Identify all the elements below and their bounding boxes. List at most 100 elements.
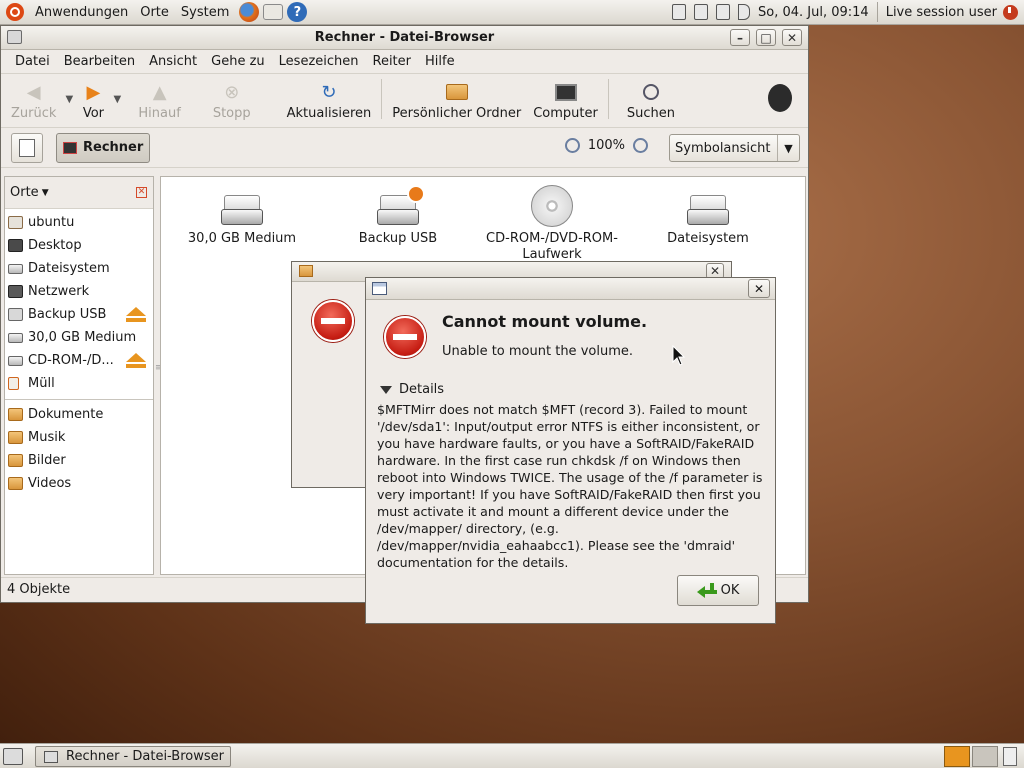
close-button[interactable]: ✕ [782, 29, 802, 46]
error-icon [384, 316, 426, 358]
zoom-level: 100% [587, 138, 625, 153]
sidebar-item-trash[interactable]: Müll [5, 372, 153, 395]
trash-icon [8, 377, 19, 390]
session-user[interactable]: Live session user [886, 5, 997, 20]
file-icon-medium[interactable]: 30,0 GB Medium [167, 191, 317, 246]
show-desktop-icon[interactable] [3, 748, 23, 765]
computer-icon [63, 141, 77, 154]
forward-button[interactable]: ▶ Vor [76, 77, 110, 122]
menu-go[interactable]: Gehe zu [211, 54, 265, 69]
details-expander[interactable]: Details [380, 382, 444, 397]
folder-icon [8, 454, 23, 467]
chevron-down-icon: ▼ [777, 135, 799, 161]
sidebar-header[interactable]: Orte ▼ ✕ [5, 177, 153, 209]
menu-view[interactable]: Ansicht [149, 54, 197, 69]
up-arrow-icon: ▲ [152, 81, 167, 103]
home-folder-button[interactable]: Persönlicher Ordner [386, 77, 527, 121]
sidebar-item-cdrom[interactable]: CD-ROM-/D... [5, 349, 153, 372]
clipboard-icon[interactable] [672, 4, 686, 20]
menu-file[interactable]: Datei [15, 54, 50, 69]
sidebar-item-documents[interactable]: Dokumente [5, 403, 153, 426]
power-icon[interactable] [1003, 4, 1018, 20]
dialog-close-button[interactable]: ✕ [748, 279, 770, 298]
menu-places[interactable]: Orte [134, 0, 175, 25]
network-icon[interactable] [716, 4, 730, 20]
menu-help[interactable]: Hilfe [425, 54, 455, 69]
eject-icon[interactable] [125, 307, 147, 322]
menu-applications[interactable]: Anwendungen [29, 0, 134, 25]
menu-bookmarks[interactable]: Lesezeichen [279, 54, 359, 69]
stop-button[interactable]: ⊗ Stopp [207, 77, 257, 122]
location-entry-toggle-button[interactable] [11, 132, 43, 163]
sidebar-item-network[interactable]: Netzwerk [5, 280, 153, 303]
menu-system[interactable]: System [175, 0, 235, 25]
usb-drive-icon [377, 185, 425, 225]
window-menu-icon[interactable] [7, 30, 22, 44]
network-icon [8, 285, 23, 298]
system-tray: So, 04. Jul, 09:14 Live session user [668, 0, 1024, 25]
location-bar: Rechner 100% Symbolansicht ▼ [1, 128, 808, 168]
workspace-2[interactable] [972, 746, 998, 767]
sidebar-item-pictures[interactable]: Bilder [5, 449, 153, 472]
sidebar-item-backup-usb[interactable]: Backup USB [5, 303, 153, 326]
help-icon[interactable]: ? [287, 2, 308, 22]
clock[interactable]: So, 04. Jul, 09:14 [758, 5, 869, 20]
sidebar-item-home[interactable]: ubuntu [5, 211, 153, 234]
reload-button[interactable]: ↻ Aktualisieren [281, 77, 378, 122]
file-icon-backup-usb[interactable]: Backup USB [323, 185, 473, 246]
up-button[interactable]: ▲ Hinauf [132, 77, 186, 122]
zoom-in-icon[interactable] [633, 138, 648, 153]
pane-splitter[interactable]: ≡ [155, 364, 163, 373]
eject-icon[interactable] [125, 353, 147, 368]
minimize-button[interactable]: – [730, 29, 750, 46]
dialog-titlebar[interactable]: ✕ [366, 278, 775, 300]
close-sidebar-icon[interactable]: ✕ [136, 187, 147, 198]
firefox-icon[interactable] [239, 2, 260, 22]
trash-icon[interactable] [1003, 747, 1017, 766]
taskbar-button-file-browser[interactable]: Rechner - Datei-Browser [35, 746, 231, 767]
sidebar-item-videos[interactable]: Videos [5, 472, 153, 495]
workspace-1[interactable] [944, 746, 970, 767]
mail-icon[interactable] [263, 4, 284, 20]
computer-button[interactable]: Computer [527, 77, 604, 121]
usb-drive-icon [8, 308, 23, 321]
stop-icon: ⊗ [224, 81, 240, 103]
edit-icon [19, 138, 35, 157]
menu-edit[interactable]: Bearbeiten [64, 54, 135, 69]
forward-arrow-icon: ▶ [86, 81, 101, 103]
sidebar: Orte ▼ ✕ ubuntu Desktop Dateisystem Netz… [4, 176, 154, 575]
back-history-dropdown[interactable]: ▼ [62, 77, 76, 121]
back-button[interactable]: ◀ Zurück [5, 77, 62, 122]
tray-separator [876, 2, 878, 22]
ok-button[interactable]: OK [677, 575, 759, 606]
drive-icon [8, 332, 23, 343]
home-folder-icon [445, 82, 468, 102]
back-arrow-icon: ◀ [26, 81, 41, 103]
search-button[interactable]: Suchen [621, 77, 681, 121]
computer-icon [554, 82, 577, 102]
dialog-message: Unable to mount the volume. [442, 344, 633, 359]
toolbar: ◀ Zurück ▼ ▶ Vor ▼ ▲ Hinauf ⊗ Stopp ↻ Ak… [1, 74, 808, 128]
view-mode-select[interactable]: Symbolansicht ▼ [669, 134, 800, 162]
path-button-rechner[interactable]: Rechner [56, 132, 151, 163]
file-browser-icon [44, 750, 58, 763]
sidebar-item-medium[interactable]: 30,0 GB Medium [5, 326, 153, 349]
file-icon-filesystem[interactable]: Dateisystem [633, 191, 783, 246]
zoom-out-icon[interactable] [564, 138, 580, 153]
enter-arrow-icon [696, 582, 717, 599]
menu-tabs[interactable]: Reiter [373, 54, 412, 69]
search-icon [640, 82, 662, 102]
menubar: Datei Bearbeiten Ansicht Gehe zu Lesezei… [1, 50, 808, 74]
file-icon-cdrom[interactable]: CD-ROM-/DVD-ROM-Laufwerk [477, 185, 627, 263]
battery-icon[interactable] [694, 4, 708, 20]
sidebar-item-filesystem[interactable]: Dateisystem [5, 257, 153, 280]
forward-history-dropdown[interactable]: ▼ [110, 77, 124, 121]
maximize-button[interactable]: □ [756, 29, 776, 46]
toolbar-separator [607, 79, 609, 119]
sidebar-item-desktop[interactable]: Desktop [5, 234, 153, 257]
sidebar-item-music[interactable]: Musik [5, 426, 153, 449]
mouse-cursor-icon [672, 345, 686, 366]
window-titlebar[interactable]: Rechner - Datei-Browser – □ ✕ [1, 26, 808, 50]
error-icon [312, 300, 354, 342]
volume-icon[interactable] [738, 4, 750, 20]
